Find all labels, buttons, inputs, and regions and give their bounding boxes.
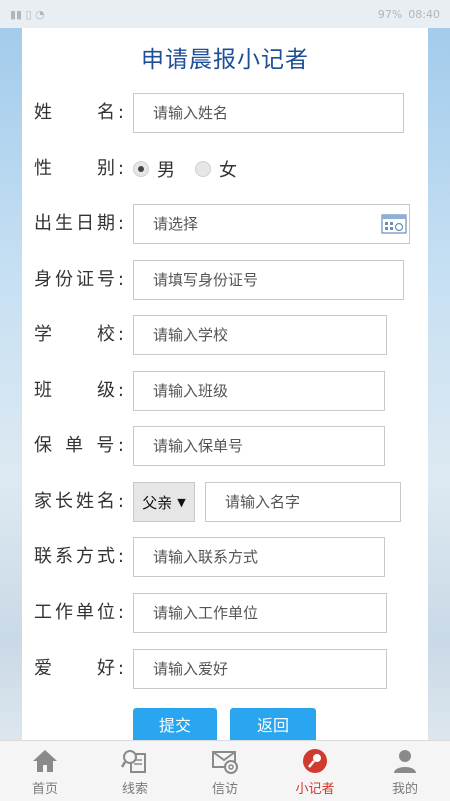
microphone-icon — [303, 749, 327, 773]
name-input[interactable] — [133, 93, 404, 133]
gender-female-option[interactable]: 女 — [195, 149, 237, 189]
parent-relation-select[interactable]: 父亲 ▼ — [133, 482, 195, 522]
clock: 08:40 — [408, 7, 440, 21]
id-number-input[interactable] — [133, 260, 404, 300]
workplace-row: 工作单位: — [22, 593, 428, 633]
parent-name-row: 家长姓名: 父亲 ▼ — [22, 482, 428, 522]
male-label: 男 — [157, 160, 175, 181]
school-label: 学 校: — [34, 324, 124, 345]
tab-clues[interactable]: 线索 — [90, 741, 180, 801]
name-label: 姓 名: — [34, 102, 124, 123]
id-number-row: 身份证号: — [22, 260, 428, 300]
page-title: 申请晨报小记者 — [141, 47, 309, 73]
id-number-label: 身份证号: — [34, 269, 124, 290]
tab-petition[interactable]: 信访 — [180, 741, 270, 801]
school-input[interactable] — [133, 315, 387, 355]
tab-little-reporter[interactable]: 小记者 — [270, 741, 360, 801]
tab-mine-label: 我的 — [391, 782, 418, 797]
tab-petition-label: 信访 — [211, 782, 238, 797]
parent-name-input[interactable] — [205, 482, 401, 522]
contact-label: 联系方式: — [34, 546, 124, 567]
tab-home-label: 首页 — [31, 782, 58, 797]
bottom-tab-bar: 首页 线索 信访 小记者 我的 — [0, 740, 450, 801]
tab-clues-label: 线索 — [121, 782, 148, 797]
dropdown-arrow-icon: ▼ — [177, 495, 186, 509]
school-row: 学 校: — [22, 315, 428, 355]
birthday-label: 出生日期: — [34, 213, 124, 234]
user-icon — [394, 750, 416, 773]
battery-level: 97% — [377, 7, 403, 21]
mail-at-icon — [212, 751, 238, 774]
class-input[interactable] — [133, 371, 385, 411]
gender-row: 性 别: 男 女 — [22, 149, 428, 189]
contact-row: 联系方式: — [22, 537, 428, 577]
female-radio[interactable] — [195, 161, 211, 177]
search-document-icon — [121, 750, 146, 773]
policy-number-label: 保 单 号: — [34, 435, 124, 456]
tab-mine[interactable]: 我的 — [360, 741, 450, 801]
submit-button[interactable]: 提交 — [133, 708, 217, 740]
female-label: 女 — [219, 160, 237, 181]
contact-input[interactable] — [133, 537, 385, 577]
tab-little-reporter-label: 小记者 — [295, 782, 335, 797]
birthday-picker[interactable]: 请选择 — [133, 204, 410, 244]
male-radio[interactable] — [133, 161, 149, 177]
policy-number-row: 保 单 号: — [22, 426, 428, 466]
parent-name-label: 家长姓名: — [34, 491, 124, 512]
hobby-label: 爱 好: — [34, 658, 124, 679]
hobby-row: 爱 好: — [22, 649, 428, 689]
back-button[interactable]: 返回 — [230, 708, 316, 740]
class-label: 班 级: — [34, 380, 124, 401]
status-bar: ▮▮ ▯ ◔ 97% 08:40 — [0, 0, 450, 28]
birthday-row: 出生日期: 请选择 — [22, 204, 428, 244]
gender-male-option[interactable]: 男 — [133, 149, 175, 189]
hobby-input[interactable] — [133, 649, 387, 689]
policy-number-input[interactable] — [133, 426, 385, 466]
signal-icons: ▮▮ ▯ ◔ — [10, 7, 45, 21]
gender-label: 性 别: — [34, 158, 124, 179]
parent-relation-value: 父亲 — [142, 493, 173, 512]
form-card: 申请晨报小记者 姓 名: 性 别: 男 女 出生日期: 请选择 — [22, 28, 428, 740]
home-icon — [33, 750, 57, 772]
workplace-label: 工作单位: — [34, 602, 124, 623]
class-row: 班 级: — [22, 371, 428, 411]
calendar-icon[interactable] — [381, 214, 407, 234]
birthday-placeholder: 请选择 — [153, 215, 199, 233]
tab-home[interactable]: 首页 — [0, 741, 90, 801]
name-row: 姓 名: — [22, 93, 428, 133]
workplace-input[interactable] — [133, 593, 387, 633]
